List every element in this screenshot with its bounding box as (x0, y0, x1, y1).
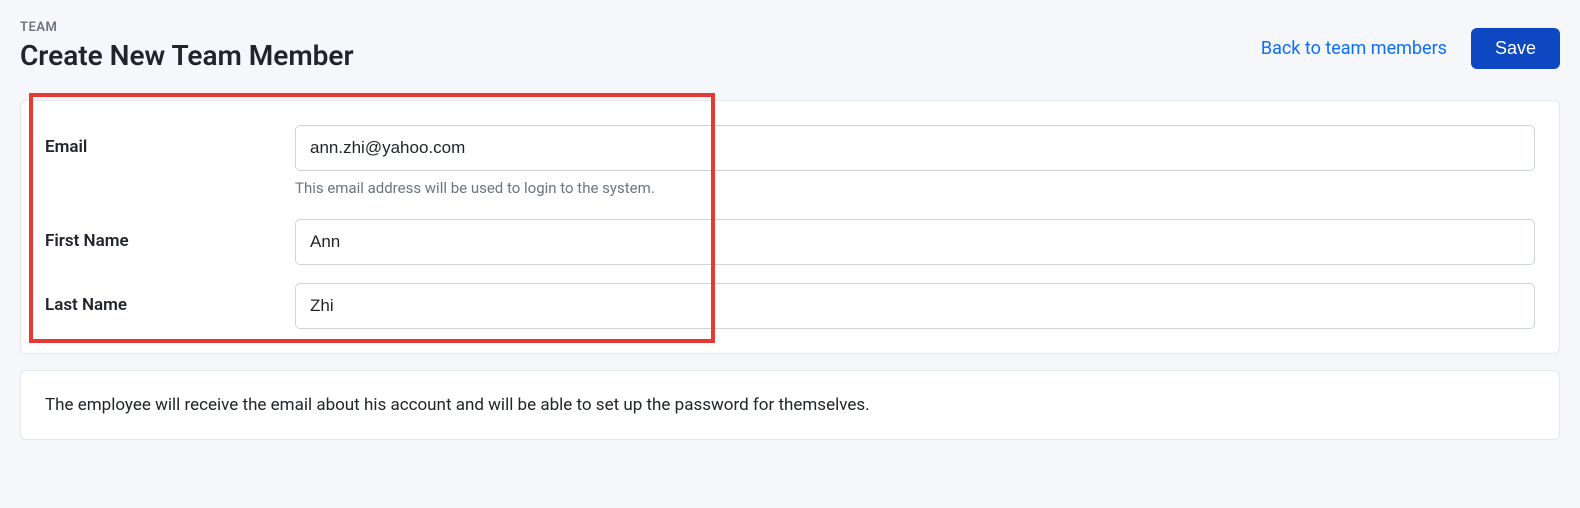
back-to-team-link[interactable]: Back to team members (1261, 38, 1447, 59)
first-name-label: First Name (45, 219, 295, 251)
header-left: TEAM Create New Team Member (20, 20, 354, 72)
last-name-label: Last Name (45, 283, 295, 315)
first-name-input-wrap (295, 219, 1535, 265)
info-card: The employee will receive the email abou… (20, 370, 1560, 440)
form-row-last-name: Last Name (45, 283, 1535, 329)
breadcrumb: TEAM (20, 20, 354, 35)
email-input[interactable] (295, 125, 1535, 171)
last-name-input-wrap (295, 283, 1535, 329)
header-right: Back to team members Save (1261, 20, 1560, 69)
email-input-wrap: This email address will be used to login… (295, 125, 1535, 211)
info-text: The employee will receive the email abou… (45, 395, 1535, 415)
form-row-email: Email This email address will be used to… (45, 125, 1535, 211)
save-button[interactable]: Save (1471, 28, 1560, 69)
email-help-text: This email address will be used to login… (295, 179, 1535, 197)
email-label: Email (45, 125, 295, 157)
form-row-first-name: First Name (45, 219, 1535, 265)
page-title: Create New Team Member (20, 39, 354, 72)
first-name-input[interactable] (295, 219, 1535, 265)
page-header: TEAM Create New Team Member Back to team… (20, 20, 1560, 72)
last-name-input[interactable] (295, 283, 1535, 329)
form-card: Email This email address will be used to… (20, 100, 1560, 354)
